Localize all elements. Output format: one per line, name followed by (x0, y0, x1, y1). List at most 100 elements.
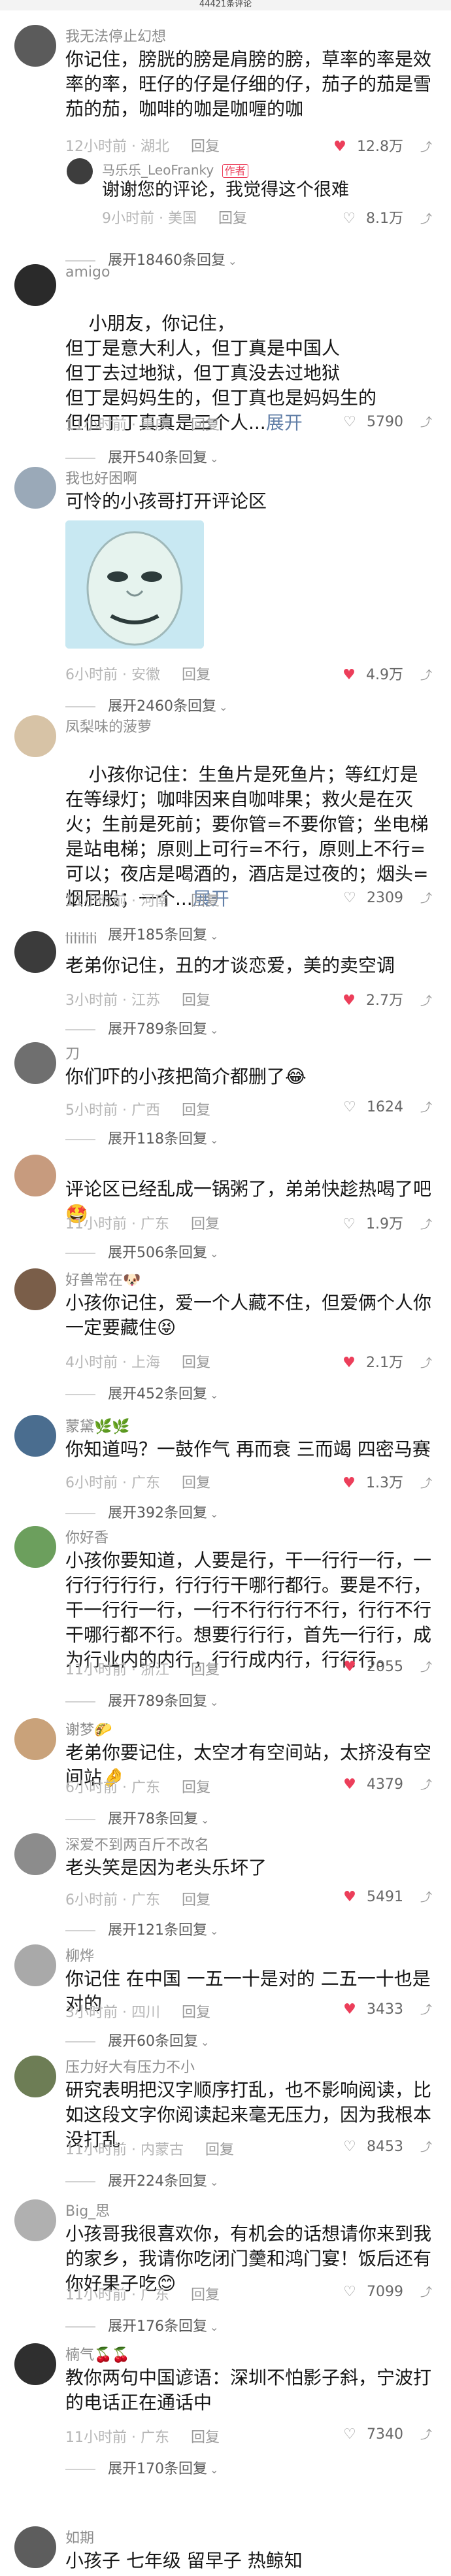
comment-username[interactable]: Big_思 (65, 2199, 110, 2220)
like-control[interactable]: ♥ 4.9万 ⤴ (339, 663, 439, 684)
avatar[interactable] (14, 1944, 56, 1986)
heart-filled-icon[interactable]: ♥ (340, 2001, 359, 2018)
like-control[interactable]: ♡ 2309 ⤴ (340, 889, 439, 906)
like-control[interactable]: ♥ 12.8万 ⤴ (330, 135, 439, 156)
comment-username[interactable]: 谢梦🌮 (65, 1718, 112, 1739)
share-icon[interactable]: ⤴ (413, 210, 439, 227)
like-control[interactable]: ♡ 7340 ⤴ (340, 2426, 439, 2443)
like-control[interactable]: ♥ 1.3万 ⤴ (339, 1471, 439, 1492)
reply-button[interactable]: 回复 (191, 2287, 220, 2303)
comment-username[interactable]: 如期 (65, 2526, 94, 2547)
share-icon[interactable]: ⤴ (413, 1215, 439, 1232)
comment-username[interactable]: 我无法停止幻想 (65, 25, 166, 46)
share-icon[interactable]: ⤴ (413, 1474, 439, 1491)
avatar[interactable] (14, 715, 56, 757)
share-icon[interactable]: ⤴ (413, 992, 439, 1009)
heart-filled-icon[interactable]: ♥ (339, 1355, 359, 1371)
share-icon[interactable]: ⤴ (413, 2426, 439, 2443)
expand-replies-button[interactable]: 展开170条回复 ⌄ (65, 2457, 218, 2478)
avatar[interactable] (14, 2526, 56, 2568)
expand-replies-button[interactable]: 展开789条回复 ⌄ (65, 1689, 218, 1710)
avatar[interactable] (14, 1833, 56, 1875)
share-icon[interactable]: ⤴ (413, 1354, 439, 1371)
reply-button[interactable]: 回复 (191, 417, 220, 433)
reply-button[interactable]: 回复 (191, 2430, 220, 2446)
like-control[interactable]: ♡ 7099 ⤴ (340, 2283, 439, 2300)
avatar[interactable] (14, 1526, 56, 1568)
like-control[interactable]: ♥ 5491 ⤴ (340, 1888, 439, 1905)
expand-replies-button[interactable]: 展开2460条回复 ⌄ (65, 694, 227, 715)
expand-replies-button[interactable]: 展开789条回复 ⌄ (65, 1017, 218, 1038)
reply-button[interactable]: 回复 (191, 893, 220, 909)
like-control[interactable]: ♡ 5790 ⤴ (340, 413, 439, 430)
avatar[interactable] (14, 2343, 56, 2385)
like-control[interactable]: ♡ 1624 ⤴ (340, 1098, 439, 1115)
share-icon[interactable]: ⤴ (413, 1658, 439, 1675)
comment-username[interactable]: amigo (65, 264, 110, 280)
comment-username[interactable]: 楠气🍒🍒 (65, 2343, 130, 2364)
reply-button[interactable]: 回复 (218, 211, 247, 227)
share-icon[interactable]: ⤴ (413, 1888, 439, 1905)
reply-button[interactable]: 回复 (191, 1216, 220, 1232)
avatar[interactable] (14, 264, 56, 306)
heart-outline-icon[interactable]: ♡ (340, 2284, 359, 2300)
avatar[interactable] (14, 1268, 56, 1310)
avatar[interactable] (67, 158, 93, 184)
share-icon[interactable]: ⤴ (413, 413, 439, 430)
share-icon[interactable]: ⤴ (413, 2138, 439, 2155)
reply-button[interactable]: 回复 (191, 139, 220, 155)
heart-filled-icon[interactable]: ♥ (340, 1889, 359, 1905)
avatar[interactable] (14, 467, 56, 509)
reply-button[interactable]: 回复 (182, 667, 210, 683)
heart-outline-icon[interactable]: ♡ (340, 2139, 359, 2155)
expand-replies-button[interactable]: 展开452条回复 ⌄ (65, 1382, 218, 1403)
share-icon[interactable]: ⤴ (413, 666, 439, 683)
like-control[interactable]: ♥ 3433 ⤴ (340, 2001, 439, 2018)
like-control[interactable]: ♡ 1.9万 ⤴ (339, 1212, 439, 1233)
heart-outline-icon[interactable]: ♡ (340, 1099, 359, 1115)
comment-username[interactable]: lililili (65, 931, 97, 947)
share-icon[interactable]: ⤴ (413, 889, 439, 906)
like-control[interactable]: ♡ 8.1万 ⤴ (339, 207, 439, 228)
expand-replies-button[interactable]: 展开506条回复 ⌄ (65, 1241, 218, 1262)
share-icon[interactable]: ⤴ (413, 1098, 439, 1115)
heart-filled-icon[interactable]: ♥ (339, 667, 359, 683)
expand-replies-button[interactable]: 展开392条回复 ⌄ (65, 1501, 218, 1522)
reply-button[interactable]: 回复 (182, 1780, 210, 1796)
meme-face-image[interactable] (65, 520, 204, 649)
heart-outline-icon[interactable]: ♡ (340, 414, 359, 430)
heart-filled-icon[interactable]: ♥ (339, 992, 359, 1009)
heart-outline-icon[interactable]: ♡ (339, 1216, 359, 1232)
avatar[interactable] (14, 2056, 56, 2097)
expand-text-link[interactable]: 展开 (266, 412, 303, 433)
reply-button[interactable]: 回复 (182, 2005, 210, 2021)
comment-username[interactable]: 凤梨味的菠萝 (65, 715, 152, 736)
expand-replies-button[interactable]: 展开224条回复 ⌄ (65, 2169, 218, 2190)
like-control[interactable]: ♥ 4379 ⤴ (340, 1776, 439, 1793)
heart-outline-icon[interactable]: ♡ (340, 2426, 359, 2443)
expand-replies-button[interactable]: 展开540条回复 ⌄ (65, 446, 218, 467)
avatar[interactable] (14, 1155, 56, 1196)
reply-button[interactable]: 回复 (205, 2142, 234, 2158)
heart-filled-icon[interactable]: ♥ (330, 139, 350, 155)
expand-replies-button[interactable]: 展开60条回复 ⌄ (65, 2029, 209, 2050)
like-control[interactable]: ♡ 8453 ⤴ (340, 2138, 439, 2155)
reply-button[interactable]: 回复 (182, 1355, 210, 1371)
heart-outline-icon[interactable]: ♡ (340, 890, 359, 906)
heart-filled-icon[interactable]: ♥ (339, 1475, 359, 1491)
reply-button[interactable]: 回复 (182, 1102, 210, 1119)
comment-username[interactable]: 好兽常在🐶 (65, 1268, 141, 1289)
share-icon[interactable]: ⤴ (413, 138, 439, 155)
like-control[interactable]: ♥ 2055 ⤴ (340, 1658, 439, 1675)
avatar[interactable] (14, 1718, 56, 1760)
reply-button[interactable]: 回复 (182, 1892, 210, 1908)
comment-username[interactable]: 我也好困啊 (65, 467, 137, 488)
like-control[interactable]: ♥ 2.7万 ⤴ (339, 989, 439, 1009)
expand-replies-button[interactable]: 展开121条回复 ⌄ (65, 1918, 218, 1939)
heart-filled-icon[interactable]: ♥ (340, 1776, 359, 1793)
comment-username[interactable]: 你好香 (65, 1526, 109, 1547)
expand-replies-button[interactable]: 展开118条回复 ⌄ (65, 1127, 218, 1148)
avatar[interactable] (14, 1042, 56, 1084)
reply-button[interactable]: 回复 (191, 1662, 220, 1678)
heart-filled-icon[interactable]: ♥ (340, 1659, 359, 1675)
